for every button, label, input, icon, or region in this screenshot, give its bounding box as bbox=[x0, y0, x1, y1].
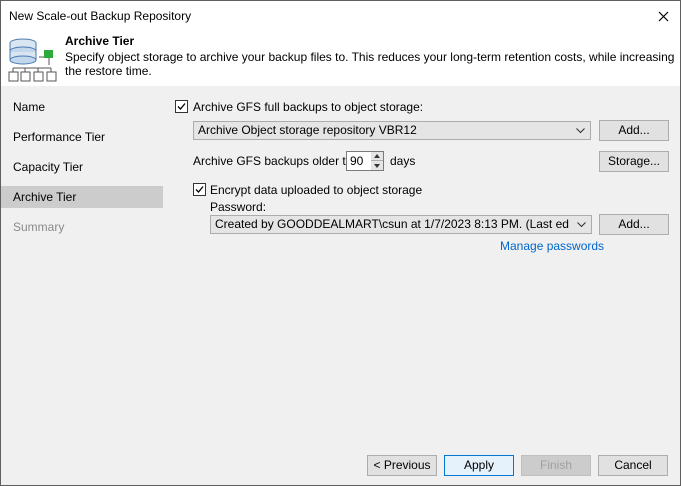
add-password-button[interactable]: Add... bbox=[599, 214, 669, 235]
caret-up-icon bbox=[374, 154, 380, 158]
cancel-button[interactable]: Cancel bbox=[598, 455, 668, 476]
chevron-down-icon bbox=[575, 216, 587, 233]
encrypt-label: Encrypt data uploaded to object storage bbox=[210, 183, 423, 197]
sidebar-item-name[interactable]: Name bbox=[1, 96, 163, 118]
stepper-up-button[interactable] bbox=[371, 152, 383, 161]
sidebar-item-capacity-tier[interactable]: Capacity Tier bbox=[1, 156, 163, 178]
caret-down-icon bbox=[374, 163, 380, 168]
storage-button[interactable]: Storage... bbox=[599, 151, 669, 172]
sidebar-item-summary: Summary bbox=[13, 220, 65, 234]
sidebar-item-performance-tier[interactable]: Performance Tier bbox=[1, 126, 163, 148]
apply-button[interactable]: Apply bbox=[444, 455, 514, 476]
archive-tier-panel: Archive GFS full backups to object stora… bbox=[165, 86, 680, 446]
sidebar-item-archive-tier[interactable]: Archive Tier bbox=[1, 186, 163, 208]
older-than-days-stepper[interactable]: 90 bbox=[346, 151, 384, 171]
password-label: Password: bbox=[210, 200, 267, 214]
wizard-header: Archive Tier Specify object storage to a… bbox=[1, 31, 680, 85]
scale-out-repository-icon bbox=[8, 38, 57, 82]
checkmark-icon bbox=[177, 103, 186, 110]
older-than-label: Archive GFS backups older than bbox=[193, 154, 366, 168]
older-than-days-value: 90 bbox=[350, 154, 364, 168]
previous-button[interactable]: < Previous bbox=[367, 455, 437, 476]
days-label: days bbox=[390, 154, 416, 168]
add-repository-button[interactable]: Add... bbox=[599, 120, 669, 141]
stepper-down-button[interactable] bbox=[371, 161, 383, 170]
wizard-window: New Scale-out Backup Repository Archive … bbox=[0, 0, 681, 486]
archive-repository-value: Archive Object storage repository VBR12 bbox=[198, 123, 417, 137]
password-select[interactable]: Created by GOODDEALMART\csun at 1/7/2023… bbox=[210, 215, 592, 234]
wizard-steps-sidebar: Name Performance Tier Capacity Tier Arch… bbox=[1, 86, 165, 446]
encrypt-checkbox[interactable] bbox=[193, 183, 206, 196]
page-title: Archive Tier bbox=[65, 34, 135, 48]
archive-gfs-checkbox[interactable] bbox=[175, 100, 188, 113]
page-description: Specify object storage to archive your b… bbox=[65, 50, 675, 78]
window-title: New Scale-out Backup Repository bbox=[9, 9, 192, 23]
archive-repository-select[interactable]: Archive Object storage repository VBR12 bbox=[193, 121, 591, 140]
stepper-buttons bbox=[371, 152, 383, 170]
wizard-footer: < Previous Apply Finish Cancel bbox=[1, 446, 680, 485]
close-icon bbox=[658, 11, 668, 21]
title-bar: New Scale-out Backup Repository bbox=[1, 1, 680, 31]
password-value: Created by GOODDEALMART\csun at 1/7/2023… bbox=[215, 217, 569, 231]
checkmark-icon bbox=[195, 186, 204, 193]
finish-button: Finish bbox=[521, 455, 591, 476]
archive-gfs-label: Archive GFS full backups to object stora… bbox=[193, 100, 424, 114]
chevron-down-icon bbox=[574, 122, 586, 139]
close-button[interactable] bbox=[650, 3, 676, 29]
manage-passwords-link[interactable]: Manage passwords bbox=[500, 239, 604, 253]
